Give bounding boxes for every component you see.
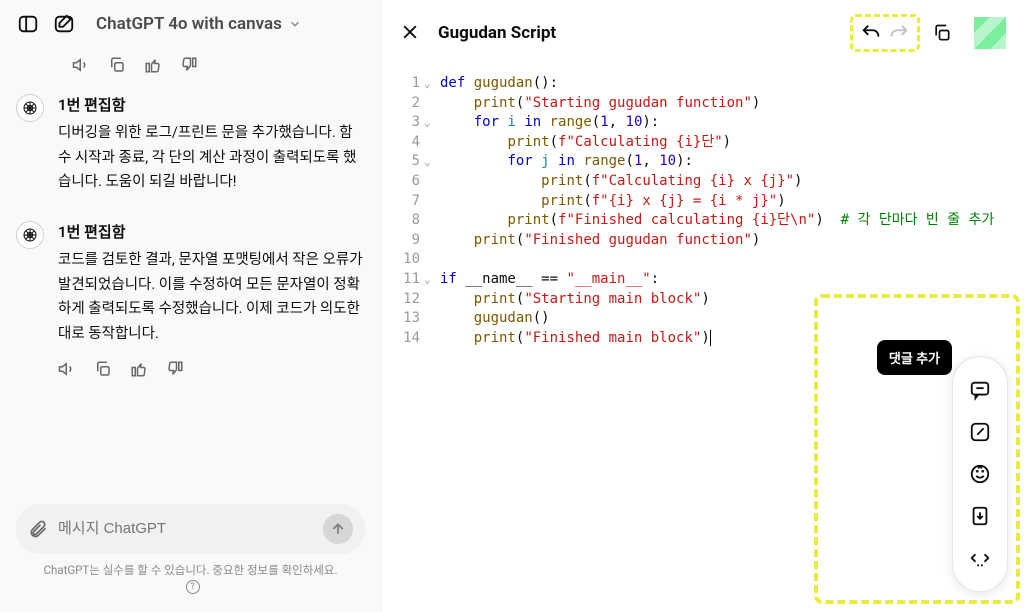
message-title: 1번 편집함: [58, 221, 365, 242]
redo-button[interactable]: [885, 19, 913, 47]
avatar-square[interactable]: [974, 17, 1006, 49]
code-line[interactable]: 13 gugudan(): [394, 309, 1024, 329]
disclaimer: ChatGPT는 실수를 할 수 있습니다. 중요한 정보를 확인하세요. ?: [16, 554, 365, 600]
new-chat-icon[interactable]: [52, 12, 76, 36]
thumbs-up-icon[interactable]: [144, 56, 164, 76]
canvas-tools: [952, 356, 1008, 592]
code-line[interactable]: 9 print("Finished gugudan function"): [394, 231, 1024, 251]
assistant-message: 1번 편집함 코드를 검토한 결과, 문자열 포맷팅에서 작은 오류가 발견되었…: [16, 215, 365, 381]
composer-input[interactable]: [58, 520, 313, 537]
model-label: ChatGPT 4o with canvas: [96, 14, 282, 34]
code-line[interactable]: 8 print(f"Finished calculating {i}단\n") …: [394, 211, 1024, 231]
message-body: 디버깅을 위한 로그/프린트 문을 추가했습니다. 함수 시작과 종료, 각 단…: [58, 121, 365, 195]
code-line[interactable]: 5⌄ for j in range(1, 10):: [394, 152, 1024, 172]
sidebar-panel: ChatGPT 4o with canvas 1번 편집함 디버깅을 위한 로그…: [0, 0, 382, 612]
message-list: 1번 편집함 디버깅을 위한 로그/프린트 문을 추가했습니다. 함수 시작과 …: [0, 88, 381, 492]
model-selector[interactable]: ChatGPT 4o with canvas: [96, 14, 302, 34]
message-title: 1번 편집함: [58, 94, 365, 115]
copy-icon[interactable]: [94, 360, 114, 380]
info-icon[interactable]: ?: [186, 580, 200, 594]
code-editor[interactable]: 1⌄def gugudan():2 print("Starting guguda…: [382, 66, 1024, 612]
code-tool[interactable]: [959, 537, 1001, 579]
code-line[interactable]: 11⌄if __name__ == "__main__":: [394, 270, 1024, 290]
undo-redo-highlight: [850, 14, 920, 52]
message-actions: [58, 346, 365, 380]
copy-code-button[interactable]: [928, 19, 956, 47]
message-actions: [0, 48, 381, 88]
message-body: 코드를 검토한 결과, 문자열 포맷팅에서 작은 오류가 발견되었습니다. 이를…: [58, 248, 365, 347]
code-line[interactable]: 6 print(f"Calculating {i} x {j}"): [394, 172, 1024, 192]
comment-tool[interactable]: [959, 369, 1001, 411]
thumbs-down-icon[interactable]: [180, 56, 200, 76]
composer-box[interactable]: [16, 504, 365, 554]
composer: ChatGPT는 실수를 할 수 있습니다. 중요한 정보를 확인하세요. ?: [0, 492, 381, 612]
code-line[interactable]: 2 print("Starting gugudan function"): [394, 94, 1024, 114]
download-tool[interactable]: [959, 495, 1001, 537]
copy-icon[interactable]: [108, 56, 128, 76]
header: ChatGPT 4o with canvas: [0, 0, 381, 48]
code-line[interactable]: 3⌄ for i in range(1, 10):: [394, 113, 1024, 133]
canvas-header: Gugudan Script: [382, 0, 1024, 66]
canvas-panel: Gugudan Script 1⌄def gugudan():2 print("…: [382, 0, 1024, 612]
code-line[interactable]: 4 print(f"Calculating {i}단"): [394, 133, 1024, 153]
emoji-tool[interactable]: [959, 453, 1001, 495]
assistant-avatar: [16, 94, 44, 122]
tooltip: 댓글 추가: [877, 340, 952, 375]
close-icon[interactable]: [400, 22, 422, 44]
canvas-title: Gugudan Script: [438, 23, 834, 43]
code-line[interactable]: 7 print(f"{i} x {j} = {i * j}"): [394, 192, 1024, 212]
code-line[interactable]: 1⌄def gugudan():: [394, 74, 1024, 94]
read-aloud-icon[interactable]: [72, 56, 92, 76]
assistant-message: 1번 편집함 디버깅을 위한 로그/프린트 문을 추가했습니다. 함수 시작과 …: [16, 88, 365, 195]
code-line[interactable]: 10: [394, 250, 1024, 270]
send-button[interactable]: [323, 514, 353, 544]
code-line[interactable]: 12 print("Starting main block"): [394, 290, 1024, 310]
thumbs-up-icon[interactable]: [130, 360, 150, 380]
sidebar-toggle-icon[interactable]: [16, 12, 40, 36]
attach-icon[interactable]: [28, 519, 48, 539]
assistant-avatar: [16, 221, 44, 249]
read-aloud-icon[interactable]: [58, 360, 78, 380]
undo-button[interactable]: [857, 19, 885, 47]
edit-tool[interactable]: [959, 411, 1001, 453]
thumbs-down-icon[interactable]: [166, 360, 186, 380]
chevron-down-icon: [288, 17, 302, 31]
